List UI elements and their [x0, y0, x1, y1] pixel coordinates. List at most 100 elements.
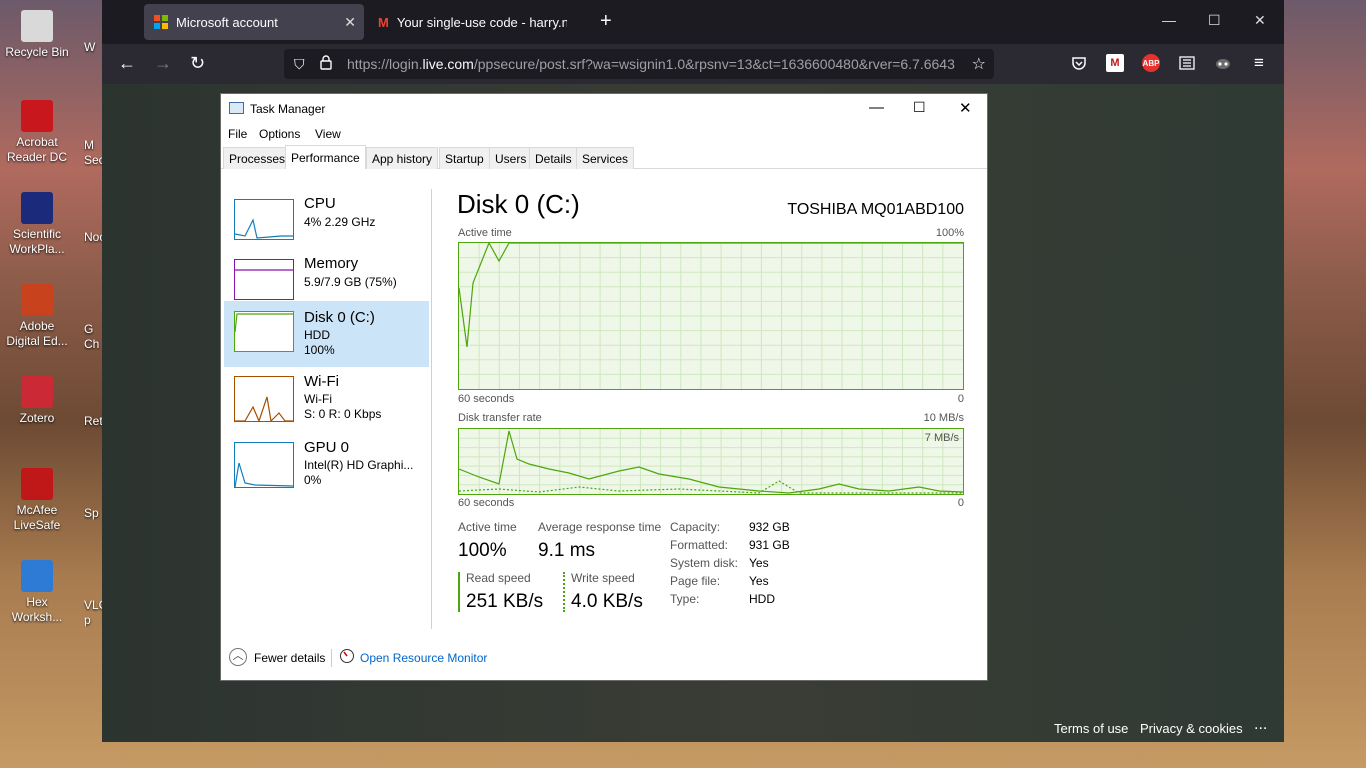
tab-details[interactable]: Details — [529, 147, 578, 169]
forward-icon[interactable]: → — [154, 53, 172, 73]
desktop-icon-cut[interactable]: p — [84, 613, 104, 627]
tab-microsoft-account[interactable]: Microsoft account ✕ — [144, 4, 364, 40]
tab-services[interactable]: Services — [576, 147, 635, 169]
desktop-icon-cut[interactable]: Ch — [84, 337, 104, 351]
mcafee-icon[interactable]: M — [1106, 54, 1124, 72]
microsoft-logo-icon — [154, 15, 168, 29]
sidebar-item-cpu[interactable]: CPU 4% 2.29 GHz — [224, 189, 429, 255]
tab-label: Microsoft account — [176, 14, 278, 30]
menu-icon[interactable]: ≡ — [1250, 53, 1268, 72]
graph-line — [234, 218, 293, 239]
memory-thumbnail-graph — [234, 259, 294, 300]
desktop-icon[interactable]: Zotero — [2, 376, 72, 426]
close-tab-icon[interactable]: ✕ — [344, 14, 356, 31]
close-icon[interactable]: ✕ — [959, 99, 972, 117]
avg-response-label: Average response time — [538, 520, 662, 534]
app-icon — [21, 10, 53, 42]
sidebar-item-disk[interactable]: Disk 0 (C:) HDD 100% — [224, 301, 429, 367]
tab-gmail[interactable]: M Your single-use code - harry.no — [368, 4, 590, 40]
shield-icon[interactable]: ⛉ — [294, 56, 305, 73]
tab-app-history[interactable]: App history — [366, 147, 439, 169]
menu-view[interactable]: View — [315, 127, 341, 141]
bookmark-star-icon[interactable]: ☆ — [972, 54, 986, 74]
graph-min-label: 0 — [957, 393, 964, 405]
window-title: Task Manager — [250, 102, 326, 116]
url-text[interactable]: https://login.live.com/ppsecure/post.srf… — [347, 56, 967, 72]
sidebar-item-detail: 100% — [304, 343, 335, 357]
tab-users[interactable]: Users — [489, 147, 533, 169]
maximize-icon[interactable]: ☐ — [1208, 12, 1221, 29]
minimize-icon[interactable]: — — [1162, 12, 1176, 28]
footer-bar: ︿ Fewer details Open Resource Monitor — [221, 642, 987, 672]
menu-file[interactable]: File — [228, 127, 247, 141]
desktop-icon-cut[interactable]: VLC — [84, 598, 104, 612]
abp-icon[interactable]: ABP — [1142, 54, 1160, 72]
panel-divider — [431, 189, 432, 629]
thumbnail-graph — [235, 269, 293, 271]
app-icon — [21, 376, 53, 408]
property-key: Page file: — [670, 574, 721, 588]
reload-icon[interactable]: ↻ — [190, 53, 205, 73]
wifi-thumbnail-graph — [234, 376, 294, 423]
graph-label: Active time — [458, 227, 512, 239]
privacy-cookies-link[interactable]: Privacy & cookies — [1140, 721, 1243, 736]
desktop-icon[interactable]: Hex Worksh... — [2, 560, 72, 625]
fewer-details-button[interactable]: Fewer details — [254, 651, 325, 665]
desktop-icon-cut[interactable]: Secu — [84, 153, 104, 167]
terms-of-use-link[interactable]: Terms of use — [1054, 721, 1128, 736]
page-title: Disk 0 (C:) — [457, 189, 580, 219]
desktop-icon[interactable]: Recycle Bin — [2, 10, 72, 60]
new-tab-button[interactable]: + — [600, 10, 612, 32]
open-resource-monitor-link[interactable]: Open Resource Monitor — [360, 651, 487, 665]
desktop-icon-label: Acrobat Reader DC — [6, 135, 68, 164]
desktop-icon-label: McAfee LiveSafe — [13, 503, 61, 532]
desktop-icon[interactable]: Scientific WorkPla... — [2, 192, 72, 257]
graph-time-label: 60 seconds — [458, 393, 515, 405]
tab-strip: Processes Performance App history Startu… — [221, 145, 987, 169]
sidebar-item-detail: 4% 2.29 GHz — [304, 215, 376, 229]
address-bar[interactable]: ⛉ https://login.live.com/ppsecure/post.s… — [284, 49, 994, 79]
desktop-icon[interactable]: Adobe Digital Ed... — [2, 284, 72, 349]
thumbnail-graph — [234, 218, 293, 239]
app-icon — [21, 192, 53, 224]
maximize-icon[interactable]: ☐ — [913, 99, 926, 116]
desktop-icon-cut[interactable]: Sp — [84, 506, 104, 520]
desktop-icon-cut[interactable]: M — [84, 138, 104, 152]
privacy-badger-icon[interactable] — [1214, 54, 1232, 72]
desktop-icon-cut[interactable]: W — [84, 40, 104, 54]
desktop-icon[interactable]: Acrobat Reader DC — [2, 100, 72, 165]
minimize-icon[interactable]: — — [869, 99, 884, 116]
desktop-icon-label: Recycle Bin — [5, 45, 69, 59]
desktop-icon-cut[interactable]: Ret — [84, 414, 104, 428]
back-icon[interactable]: ← — [118, 53, 136, 73]
pocket-icon[interactable] — [1070, 54, 1088, 72]
desktop-icon-cut[interactable]: G — [84, 322, 104, 336]
sidebar-item-gpu[interactable]: GPU 0 Intel(R) HD Graphi... 0% — [224, 435, 429, 501]
gpu-thumbnail-graph — [234, 442, 294, 488]
sidebar-item-label: Memory — [304, 255, 359, 272]
sidebar-item-wifi[interactable]: Wi-Fi Wi-Fi S: 0 R: 0 Kbps — [224, 369, 429, 435]
lock-icon[interactable] — [320, 55, 332, 70]
desktop-icon[interactable]: McAfee LiveSafe — [2, 468, 72, 533]
tab-performance[interactable]: Performance — [285, 145, 366, 169]
sidebar-item-detail: HDD — [304, 328, 330, 342]
reader-icon[interactable] — [1178, 54, 1196, 72]
sidebar-item-label: Wi-Fi — [304, 373, 339, 390]
sidebar-item-label: GPU 0 — [304, 439, 350, 456]
property-value: 931 GB — [749, 538, 790, 552]
avg-response-value: 9.1 ms — [538, 540, 596, 561]
tab-startup[interactable]: Startup — [439, 147, 490, 169]
property-key: System disk: — [670, 556, 739, 570]
more-options-icon[interactable]: ... — [1254, 716, 1267, 734]
close-window-icon[interactable]: ✕ — [1254, 12, 1266, 29]
chevron-up-icon[interactable]: ︿ — [229, 648, 247, 666]
desktop-icon-cut[interactable]: Noo — [84, 230, 104, 244]
write-speed-label: Write speed — [571, 571, 635, 585]
active-time-label: Active time — [458, 520, 517, 534]
navigation-bar: ← → ↻ ⛉ https://login.live.com/ppsecure/… — [102, 44, 1284, 84]
menu-options[interactable]: Options — [259, 127, 300, 141]
read-speed-indicator — [458, 572, 460, 612]
task-manager-window: Task Manager — ☐ ✕ File Options View Pro… — [220, 93, 988, 681]
desktop-icon-label: Zotero — [19, 411, 55, 425]
tab-processes[interactable]: Processes — [223, 147, 292, 169]
